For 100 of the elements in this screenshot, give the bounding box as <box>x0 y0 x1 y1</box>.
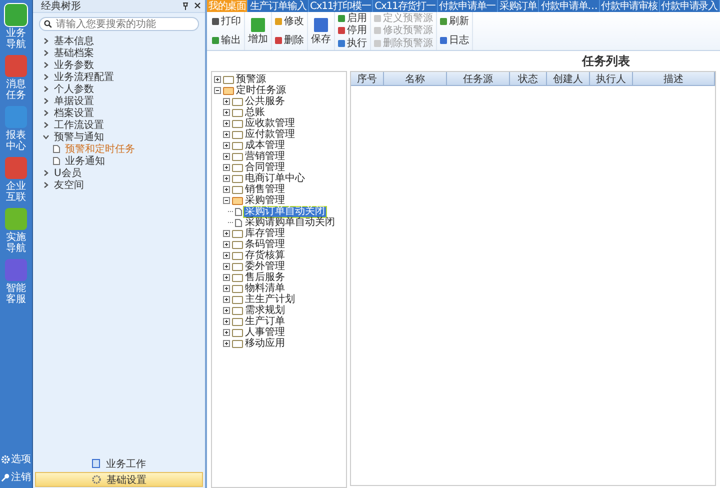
document-icon <box>92 459 100 468</box>
column-header[interactable]: 创建人 <box>547 72 590 85</box>
column-header[interactable]: 名称 <box>384 72 447 85</box>
toolbar-button[interactable]: 执行 <box>338 38 367 50</box>
toolbar-button[interactable]: 增加 <box>248 18 268 44</box>
toolbar-icon <box>440 37 447 44</box>
key-icon <box>1 472 10 482</box>
section-button[interactable]: 业务工作 <box>35 457 203 470</box>
rail-link[interactable]: 注销 <box>1 470 31 484</box>
rail-item[interactable]: 实施导航 <box>0 208 32 254</box>
toolbar-button[interactable]: 启用 <box>338 12 367 24</box>
tree-node[interactable]: 生产订单 <box>214 316 346 327</box>
folder-icon <box>232 252 243 260</box>
tree-node[interactable]: 电商订单中心 <box>214 173 346 184</box>
menu-item[interactable]: 个人参数 <box>33 83 205 95</box>
column-header[interactable]: 描述 <box>633 72 715 85</box>
rail-link[interactable]: 选项 <box>1 452 31 466</box>
menu-item[interactable]: 业务流程配置 <box>33 71 205 83</box>
toolbar-button[interactable]: 保存 <box>311 18 331 44</box>
folder-icon <box>232 130 243 138</box>
tree-node[interactable]: 应收款管理 <box>214 118 346 129</box>
column-header[interactable]: 执行人 <box>590 72 633 85</box>
tree-node[interactable]: 应付款管理 <box>214 129 346 140</box>
chevron-down-icon <box>43 134 49 140</box>
app-tile-icon <box>5 259 27 281</box>
menu-item[interactable]: 业务参数 <box>33 59 205 71</box>
folder-icon <box>232 164 243 172</box>
tree-node[interactable]: 成本管理 <box>214 140 346 151</box>
menu-item[interactable]: 工作流设置 <box>33 119 205 131</box>
toolbar-button[interactable]: 停用 <box>338 25 367 36</box>
menu-item[interactable]: 单据设置 <box>33 95 205 107</box>
rail-item[interactable]: 企业互联 <box>0 157 32 203</box>
tree-node[interactable]: 主生产计划 <box>214 294 346 305</box>
toolbar-button[interactable]: 输出 <box>212 35 241 46</box>
folder-icon <box>232 186 243 194</box>
tree-node[interactable]: 公共服务 <box>214 96 346 107</box>
folder-icon <box>232 240 243 248</box>
column-header[interactable]: 序号 <box>351 72 384 85</box>
folder-icon <box>232 230 243 238</box>
menu-subitem[interactable]: 业务通知 <box>33 155 205 167</box>
column-header[interactable]: 状态 <box>510 72 547 85</box>
section-button[interactable]: 基础设置 <box>35 472 203 487</box>
tree-node[interactable]: 销售管理 <box>214 184 346 195</box>
rail-item[interactable]: 消息任务 <box>0 55 32 101</box>
tree-node[interactable]: 合同管理 <box>214 162 346 173</box>
folder-icon <box>232 318 243 326</box>
search-field[interactable]: 请输入您要搜索的功能 <box>39 17 199 31</box>
toolbar-icon <box>275 18 282 25</box>
tree-node[interactable]: 售后服务 <box>214 272 346 283</box>
menu-item[interactable]: U会员 <box>33 167 205 179</box>
folder-icon <box>232 120 243 128</box>
toolbar-button[interactable]: 日志 <box>440 35 469 46</box>
toolbar-icon <box>314 18 328 32</box>
folder-icon <box>232 142 243 150</box>
panel-title: 经典树形 <box>41 0 81 13</box>
folder-icon <box>232 98 243 106</box>
rail-item[interactable]: 智能客服 <box>0 259 32 305</box>
rail-item[interactable]: 报表中心 <box>0 106 32 152</box>
close-icon[interactable] <box>194 2 201 9</box>
toolbar-icon <box>440 18 447 25</box>
folder-icon <box>223 86 234 94</box>
folder-icon <box>232 196 243 204</box>
tree-node[interactable]: 营销管理 <box>214 151 346 162</box>
menu-item[interactable]: 基础档案 <box>33 47 205 59</box>
toolbar-icon <box>251 18 265 32</box>
menu-item[interactable]: 预警与通知 <box>33 131 205 143</box>
tree-leaf[interactable]: 采购请购单自动关闭 <box>214 217 346 228</box>
toolbar-button[interactable]: 刷新 <box>440 16 469 27</box>
menu-item[interactable]: 基本信息 <box>33 35 205 47</box>
app-tile-icon <box>5 157 27 179</box>
toolbar-icon <box>212 37 219 44</box>
toolbar-button[interactable]: 打印 <box>212 16 241 27</box>
toolbar-button[interactable]: 修改 <box>275 16 304 27</box>
menu-item[interactable]: 友空间 <box>33 179 205 191</box>
tree-node[interactable]: 存货核算 <box>214 250 346 261</box>
tree-node[interactable]: 物料清单 <box>214 283 346 294</box>
tree-node[interactable]: 定时任务源 <box>214 85 346 96</box>
tree-node[interactable]: 采购管理 <box>214 195 346 206</box>
rail-item[interactable]: 业务导航 <box>0 4 32 50</box>
tree-node[interactable]: 移动应用 <box>214 338 346 349</box>
folder-icon <box>232 174 243 182</box>
menu-item[interactable]: 档案设置 <box>33 107 205 119</box>
tree-node[interactable]: 需求规划 <box>214 305 346 316</box>
folder-icon <box>232 284 243 292</box>
search-icon <box>44 20 52 28</box>
page-title: 任务列表 <box>580 53 631 68</box>
column-header[interactable]: 任务源 <box>447 72 510 85</box>
pin-icon[interactable] <box>182 2 189 10</box>
tree-node[interactable]: 库存管理 <box>214 228 346 239</box>
settings-icon <box>92 475 100 484</box>
tree-node[interactable]: 条码管理 <box>214 239 346 250</box>
toolbar-icon <box>275 37 282 44</box>
tree-node[interactable]: 预警源 <box>214 74 346 85</box>
toolbar-button[interactable]: 删除 <box>275 35 304 46</box>
app-tile-icon <box>5 4 27 26</box>
tree-node[interactable]: 委外管理 <box>214 261 346 272</box>
tree-node[interactable]: 人事管理 <box>214 327 346 338</box>
folder-icon <box>232 152 243 160</box>
folder-icon <box>232 340 243 348</box>
tree-node[interactable]: 总账 <box>214 107 346 118</box>
